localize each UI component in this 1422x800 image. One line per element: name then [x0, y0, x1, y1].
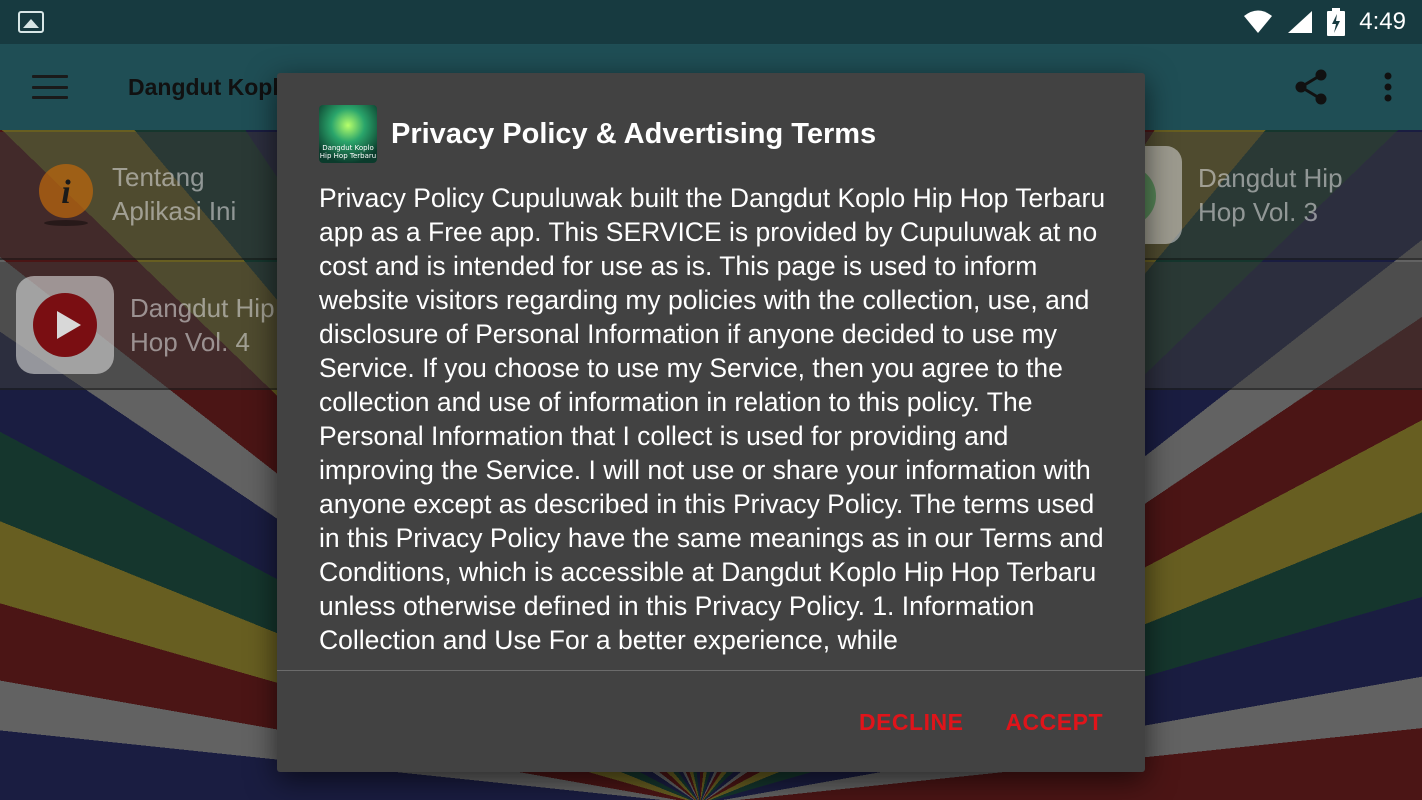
svg-text:i: i	[61, 174, 71, 211]
play-icon	[16, 276, 114, 374]
wifi-icon	[1244, 10, 1273, 33]
info-icon: i	[39, 164, 93, 226]
status-bar: 4:49	[0, 0, 1422, 44]
menu-item-label: Tentang Aplikasi Ini	[112, 162, 237, 226]
status-time: 4:49	[1359, 8, 1406, 35]
dialog-icon-caption: Dangdut Koplo Hip Hop Terbaru	[319, 144, 377, 160]
hamburger-menu-icon[interactable]	[32, 75, 68, 99]
dialog-title: Privacy Policy & Advertising Terms	[391, 117, 877, 150]
app-logo-icon: Dangdut Koplo Hip Hop Terbaru	[319, 105, 377, 163]
dialog-divider	[277, 670, 1145, 671]
share-icon[interactable]	[1294, 69, 1328, 105]
cellular-signal-icon	[1288, 11, 1313, 33]
menu-item-about[interactable]: i Tentang Aplikasi Ini	[36, 160, 282, 228]
decline-button[interactable]: DECLINE	[859, 709, 963, 736]
dialog-body-text[interactable]: Privacy Policy Cupuluwak built the Dangd…	[319, 181, 1119, 671]
more-vert-icon[interactable]	[1384, 72, 1392, 102]
menu-item-vol4[interactable]: Dangdut Hip Hop Vol. 4	[16, 276, 300, 374]
menu-item-label: Dangdut Hip Hop Vol. 4	[130, 293, 275, 357]
menu-item-label: Dangdut Hip Hop Vol. 3	[1198, 163, 1343, 227]
app-title: Dangdut Kopl	[128, 73, 279, 100]
menu-item-vol3[interactable]: Dangdut Hip Hop Vol. 3	[1126, 146, 1368, 244]
image-notification-icon	[18, 11, 44, 33]
privacy-policy-dialog: Dangdut Koplo Hip Hop Terbaru Privacy Po…	[277, 73, 1145, 772]
battery-charging-icon	[1327, 8, 1346, 36]
accept-button[interactable]: ACCEPT	[1005, 709, 1103, 736]
